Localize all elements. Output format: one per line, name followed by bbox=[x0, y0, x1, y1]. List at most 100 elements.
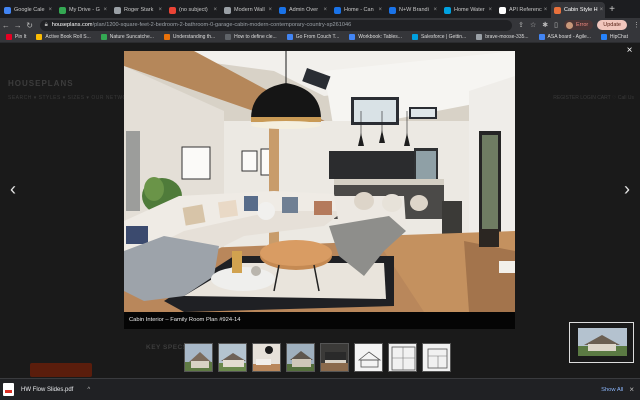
bookmark-item[interactable]: Go From Couch T... bbox=[286, 34, 339, 40]
tab-close-icon[interactable]: × bbox=[376, 7, 382, 13]
tab-favicon-icon bbox=[169, 6, 176, 14]
preview-thumbnail[interactable] bbox=[569, 322, 634, 363]
bookmark-favicon-icon bbox=[538, 34, 545, 40]
tab-close-icon[interactable]: × bbox=[101, 7, 107, 13]
bookmark-item[interactable]: Salesforce | Gettin... bbox=[411, 34, 467, 40]
bookmark-label: HipChat bbox=[609, 34, 628, 40]
sidebar-icon[interactable]: ▯ bbox=[554, 21, 558, 29]
bookmark-label: How to define cle... bbox=[234, 34, 277, 40]
bookmark-item[interactable]: Understanding th... bbox=[163, 34, 216, 40]
previous-arrow-icon[interactable]: ‹ bbox=[6, 179, 20, 200]
bookmarks-bar: Pin It Active Book Roll S... Nature Suncat… bbox=[0, 32, 640, 43]
update-button[interactable]: Update bbox=[597, 20, 627, 30]
tab-close-icon[interactable]: × bbox=[46, 7, 52, 13]
bookmark-label: Understanding th... bbox=[172, 34, 216, 40]
bookmark-favicon-icon bbox=[225, 34, 232, 40]
bookmark-item[interactable]: HipChat bbox=[600, 34, 628, 40]
browser-tab[interactable]: API Referenc × bbox=[496, 2, 550, 18]
new-tab-button[interactable]: + bbox=[605, 2, 619, 18]
browser-tab[interactable]: (no subject) × bbox=[166, 2, 220, 18]
extensions-icon[interactable]: ✱ bbox=[542, 21, 548, 29]
browser-tab[interactable]: Admin Over × bbox=[276, 2, 330, 18]
bookmark-item[interactable]: How to define cle... bbox=[225, 34, 277, 40]
thumbnail-interior-living[interactable] bbox=[252, 343, 281, 372]
thumbnail-elevation-drawing[interactable] bbox=[354, 343, 383, 372]
back-icon[interactable]: ← bbox=[0, 21, 12, 30]
tab-close-icon[interactable]: × bbox=[211, 7, 217, 13]
tab-close-icon[interactable]: × bbox=[156, 7, 162, 13]
browser-tab[interactable]: My Drive - G × bbox=[56, 2, 110, 18]
bookmark-favicon-icon bbox=[163, 34, 170, 40]
bookmark-label: Salesforce | Gettin... bbox=[420, 34, 467, 40]
reload-icon[interactable]: ↻ bbox=[24, 21, 36, 30]
browser-tab[interactable]: Home Water × bbox=[441, 2, 495, 18]
address-domain: houseplans.com bbox=[51, 22, 93, 28]
menu-icon[interactable]: ⋮ bbox=[633, 21, 640, 29]
tab-close-icon[interactable]: × bbox=[598, 7, 604, 13]
bookmark-item[interactable]: ASA board - Agile... bbox=[538, 34, 591, 40]
tab-favicon-icon bbox=[444, 6, 451, 14]
bookmark-label: brave-moose-335... bbox=[485, 34, 529, 40]
bookmark-item[interactable]: Active Book Roll S... bbox=[36, 34, 91, 40]
site-logo: HOUSEPLANS bbox=[8, 79, 74, 88]
thumbnail-exterior-side[interactable] bbox=[218, 343, 247, 372]
download-filename: HW Flow Slides.pdf bbox=[21, 386, 74, 393]
gallery-photo bbox=[124, 51, 515, 312]
bookmark-label: Pin It bbox=[15, 34, 27, 40]
thumbnail-floor-plan-2[interactable] bbox=[422, 343, 451, 372]
site-cta-button bbox=[30, 363, 92, 377]
thumbnail-strip bbox=[184, 343, 456, 372]
tab-close-icon[interactable]: × bbox=[321, 7, 327, 13]
close-downloads-icon[interactable]: × bbox=[629, 385, 634, 394]
thumbnail-floor-plan-1[interactable] bbox=[388, 343, 417, 372]
bookmark-label: Workbook: Tables... bbox=[358, 34, 402, 40]
download-item[interactable]: HW Flow Slides.pdf ^ bbox=[3, 382, 96, 398]
close-icon[interactable]: × bbox=[624, 45, 635, 56]
tab-label: N+W Brandi bbox=[399, 7, 429, 13]
bookmark-favicon-icon bbox=[600, 34, 607, 40]
tab-close-icon[interactable]: × bbox=[486, 7, 492, 13]
bookmark-item[interactable]: Nature Suncatche... bbox=[100, 34, 154, 40]
tab-favicon-icon bbox=[389, 6, 396, 14]
forward-icon[interactable]: → bbox=[12, 21, 24, 30]
tab-close-icon[interactable]: × bbox=[431, 7, 437, 13]
browser-tab[interactable]: Home - Can × bbox=[331, 2, 385, 18]
bookmark-label: ASA board - Agile... bbox=[547, 34, 591, 40]
lock-icon: 🔒︎ bbox=[44, 21, 48, 28]
browser-tab[interactable]: N+W Brandi × bbox=[386, 2, 440, 18]
bookmark-item[interactable]: Pin It bbox=[6, 34, 26, 40]
tab-label: Roger Stark bbox=[124, 7, 154, 13]
address-path: /plan/1200-square-feet-2-bedroom-2-bathr… bbox=[92, 22, 352, 28]
photo-caption: Cabin Interior – Family Room Plan #924-1… bbox=[124, 312, 515, 329]
thumbnail-exterior-rear[interactable] bbox=[286, 343, 315, 372]
browser-tab[interactable]: Roger Stark × bbox=[111, 2, 165, 18]
browser-tab[interactable]: Google Cale × bbox=[1, 2, 55, 18]
browser-toolbar: ← → ↻ 🔒︎ houseplans.com /plan/1200-squar… bbox=[0, 18, 640, 32]
key-specs-heading: KEY SPECS bbox=[146, 344, 188, 351]
tab-close-icon[interactable]: × bbox=[542, 7, 548, 13]
chevron-up-icon[interactable]: ^ bbox=[87, 387, 90, 393]
address-bar[interactable]: 🔒︎ houseplans.com /plan/1200-square-feet… bbox=[39, 19, 513, 31]
avatar bbox=[566, 21, 574, 29]
profile-error-button[interactable]: Error bbox=[564, 20, 594, 30]
tab-close-icon[interactable]: × bbox=[266, 7, 272, 13]
bookmark-star-icon[interactable]: ☆ bbox=[530, 21, 536, 29]
tab-favicon-icon bbox=[499, 6, 506, 14]
thumbnail-exterior-front[interactable] bbox=[184, 343, 213, 372]
bookmark-item[interactable]: brave-moose-335... bbox=[476, 34, 529, 40]
browser-tab[interactable]: Modern Wall × bbox=[221, 2, 275, 18]
bookmark-label: Active Book Roll S... bbox=[45, 34, 91, 40]
tab-bar: Google Cale × My Drive - G × Roger Stark × (no… bbox=[0, 0, 640, 18]
bookmark-label: Nature Suncatche... bbox=[109, 34, 154, 40]
show-all-link[interactable]: Show All bbox=[601, 387, 623, 393]
family-room-photo bbox=[124, 51, 515, 312]
bookmark-favicon-icon bbox=[36, 34, 43, 40]
tab-favicon-icon bbox=[4, 6, 11, 14]
share-icon[interactable]: ⇪ bbox=[518, 21, 524, 29]
next-arrow-icon[interactable]: › bbox=[620, 179, 634, 200]
browser-tab[interactable]: Cabin Style H × bbox=[551, 2, 605, 18]
bookmark-item[interactable]: Workbook: Tables... bbox=[349, 34, 402, 40]
tab-label: Home Water bbox=[454, 7, 485, 13]
thumbnail-interior-kitchen[interactable] bbox=[320, 343, 349, 372]
bookmark-favicon-icon bbox=[349, 34, 356, 40]
